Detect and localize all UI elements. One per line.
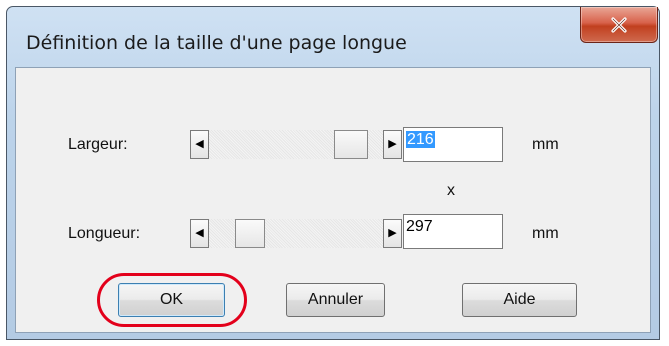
width-value: 216 <box>406 131 435 148</box>
length-slider-thumb[interactable] <box>235 219 265 248</box>
length-input[interactable]: 297 <box>403 214 503 249</box>
width-label: Largeur: <box>68 136 128 153</box>
cancel-button[interactable]: Annuler <box>286 283 385 317</box>
help-button[interactable]: Aide <box>462 283 577 317</box>
dialog-title: Définition de la taille d'une page longu… <box>26 32 407 54</box>
length-slider[interactable]: ◀ ▶ <box>190 219 402 248</box>
width-slider-thumb[interactable] <box>334 130 368 159</box>
length-unit: mm <box>532 225 559 242</box>
length-scroll-right-button[interactable]: ▶ <box>383 219 402 248</box>
length-scroll-left-button[interactable]: ◀ <box>190 219 209 248</box>
left-arrow-icon: ◀ <box>195 227 204 239</box>
right-arrow-icon: ▶ <box>388 227 397 239</box>
close-button[interactable] <box>580 7 658 43</box>
width-scroll-left-button[interactable]: ◀ <box>190 130 209 159</box>
ok-button-highlight-annotation <box>97 273 247 327</box>
dialog-client-area: Largeur: ◀ ▶ 216 mm x Longueur: ◀ ▶ 297 … <box>15 67 651 333</box>
dimension-separator: x <box>447 182 455 199</box>
width-unit: mm <box>532 136 559 153</box>
long-page-size-dialog: Définition de la taille d'une page longu… <box>6 6 660 340</box>
length-label: Longueur: <box>68 225 141 242</box>
width-scroll-right-button[interactable]: ▶ <box>383 130 402 159</box>
width-input[interactable]: 216 <box>403 127 503 162</box>
left-arrow-icon: ◀ <box>195 138 204 150</box>
close-icon <box>611 16 627 33</box>
length-value: 297 <box>406 218 433 235</box>
right-arrow-icon: ▶ <box>388 138 397 150</box>
width-slider[interactable]: ◀ ▶ <box>190 130 402 159</box>
